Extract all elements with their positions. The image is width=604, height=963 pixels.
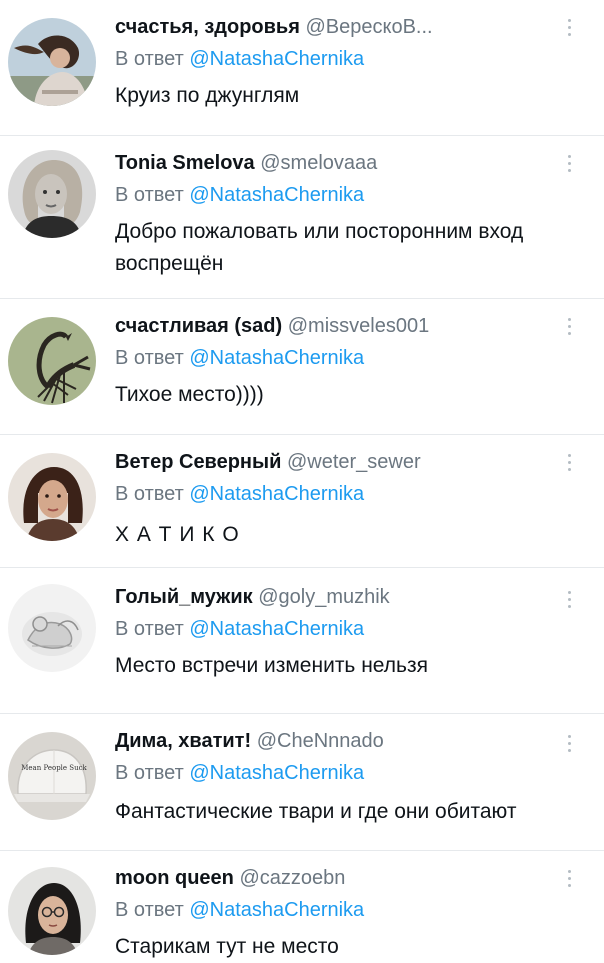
display-name[interactable]: Ветер Северный	[115, 451, 281, 473]
reply-item[interactable]: moon queen @cazzoebn В ответ @NatashaChe…	[0, 851, 604, 958]
reply-item[interactable]: Tonia Smelova @smelovaaa В ответ @Natash…	[0, 136, 604, 298]
reply-text: Место встречи изменить нельзя	[115, 654, 428, 677]
more-options-icon[interactable]	[562, 730, 576, 756]
avatar-woman-portrait-bw-icon	[8, 150, 96, 238]
reply-to-line: В ответ @NatashaChernika	[115, 182, 364, 208]
mention-link[interactable]: @NatashaChernika	[189, 184, 364, 206]
avatar[interactable]	[8, 867, 96, 955]
avatar-woman-glasses-icon	[8, 867, 96, 955]
reply-to-line: В ответ @NatashaChernika	[115, 616, 364, 642]
reply-to-line: В ответ @NatashaChernika	[115, 46, 364, 72]
display-name[interactable]: Дима, хватит!	[115, 730, 251, 752]
reply-header: счастливая (sad) @missveles001	[115, 313, 556, 339]
reply-item[interactable]: Mean People Suck Дима, хватит! @CheNnnad…	[0, 714, 604, 850]
reply-item[interactable]: Ветер Северный @weter_sewer В ответ @Nat…	[0, 435, 604, 567]
avatar-white-cap-icon: Mean People Suck	[8, 732, 96, 820]
avatar[interactable]	[8, 317, 96, 405]
mention-link[interactable]: @NatashaChernika	[189, 762, 364, 784]
reply-prefix: В ответ	[115, 347, 184, 369]
display-name[interactable]: Tonia Smelova	[115, 152, 255, 174]
reply-prefix: В ответ	[115, 483, 184, 505]
display-name[interactable]: счастья, здоровья	[115, 16, 300, 38]
avatar[interactable]	[8, 453, 96, 541]
reply-to-line: В ответ @NatashaChernika	[115, 760, 364, 786]
user-handle[interactable]: @smelovaaa	[260, 152, 377, 174]
user-handle[interactable]: @missveles001	[288, 315, 429, 337]
display-name[interactable]: Голый_мужик	[115, 586, 253, 608]
reply-prefix: В ответ	[115, 618, 184, 640]
user-handle[interactable]: @ВерескоВ...	[305, 16, 432, 38]
mention-link[interactable]: @NatashaChernika	[189, 48, 364, 70]
reply-item[interactable]: счастья, здоровья @ВерескоВ... В ответ @…	[0, 0, 604, 135]
reply-text: Фантастические твари и где они обитают	[115, 800, 517, 823]
reply-header: Дима, хватит! @CheNnnado	[115, 728, 556, 754]
avatar[interactable]	[8, 150, 96, 238]
display-name[interactable]: moon queen	[115, 867, 234, 889]
mention-link[interactable]: @NatashaChernika	[189, 899, 364, 921]
reply-to-line: В ответ @NatashaChernika	[115, 345, 364, 371]
more-options-icon[interactable]	[562, 150, 576, 176]
more-options-icon[interactable]	[562, 14, 576, 40]
avatar[interactable]: Mean People Suck	[8, 732, 96, 820]
replies-feed: счастья, здоровья @ВерескоВ... В ответ @…	[0, 0, 604, 958]
mention-link[interactable]: @NatashaChernika	[189, 618, 364, 640]
reply-header: Tonia Smelova @smelovaaa	[115, 150, 556, 176]
more-options-icon[interactable]	[562, 313, 576, 339]
mention-link[interactable]: @NatashaChernika	[189, 347, 364, 369]
avatar-woman-hair-blowing-icon	[8, 18, 96, 106]
more-options-icon[interactable]	[562, 449, 576, 475]
user-handle[interactable]: @CheNnnado	[257, 730, 384, 752]
avatar-scorpion-icon	[8, 317, 96, 405]
more-options-icon[interactable]	[562, 865, 576, 891]
reply-text: Тихое место))))	[115, 383, 264, 406]
reply-to-line: В ответ @NatashaChernika	[115, 897, 364, 923]
reply-text: Круиз по джунглям	[115, 84, 300, 107]
reply-header: счастья, здоровья @ВерескоВ...	[115, 14, 556, 40]
reply-prefix: В ответ	[115, 762, 184, 784]
more-options-icon[interactable]	[562, 586, 576, 612]
avatar[interactable]	[8, 584, 96, 672]
reply-item[interactable]: Голый_мужик @goly_muzhik В ответ @Natash…	[0, 568, 604, 713]
reply-prefix: В ответ	[115, 184, 184, 206]
avatar[interactable]	[8, 18, 96, 106]
user-handle[interactable]: @goly_muzhik	[258, 586, 389, 608]
reply-text: Старикам тут не место	[115, 935, 339, 958]
reply-item[interactable]: счастливая (sad) @missveles001 В ответ @…	[0, 299, 604, 434]
reply-header: Ветер Северный @weter_sewer	[115, 449, 556, 475]
avatar-sketch-figure-icon	[8, 584, 96, 672]
mention-link[interactable]: @NatashaChernika	[189, 483, 364, 505]
display-name[interactable]: счастливая (sad)	[115, 315, 282, 337]
user-handle[interactable]: @weter_sewer	[287, 451, 421, 473]
reply-text: Добро пожаловать или посторонним вход во…	[115, 220, 524, 275]
reply-text: Х А Т И К О	[115, 523, 240, 546]
reply-to-line: В ответ @NatashaChernika	[115, 481, 364, 507]
reply-prefix: В ответ	[115, 48, 184, 70]
avatar-woman-dark-hair-icon	[8, 453, 96, 541]
user-handle[interactable]: @cazzoebn	[239, 867, 345, 889]
reply-header: Голый_мужик @goly_muzhik	[115, 584, 556, 610]
reply-prefix: В ответ	[115, 899, 184, 921]
cap-caption: Mean People Suck	[21, 764, 87, 772]
reply-header: moon queen @cazzoebn	[115, 865, 556, 891]
